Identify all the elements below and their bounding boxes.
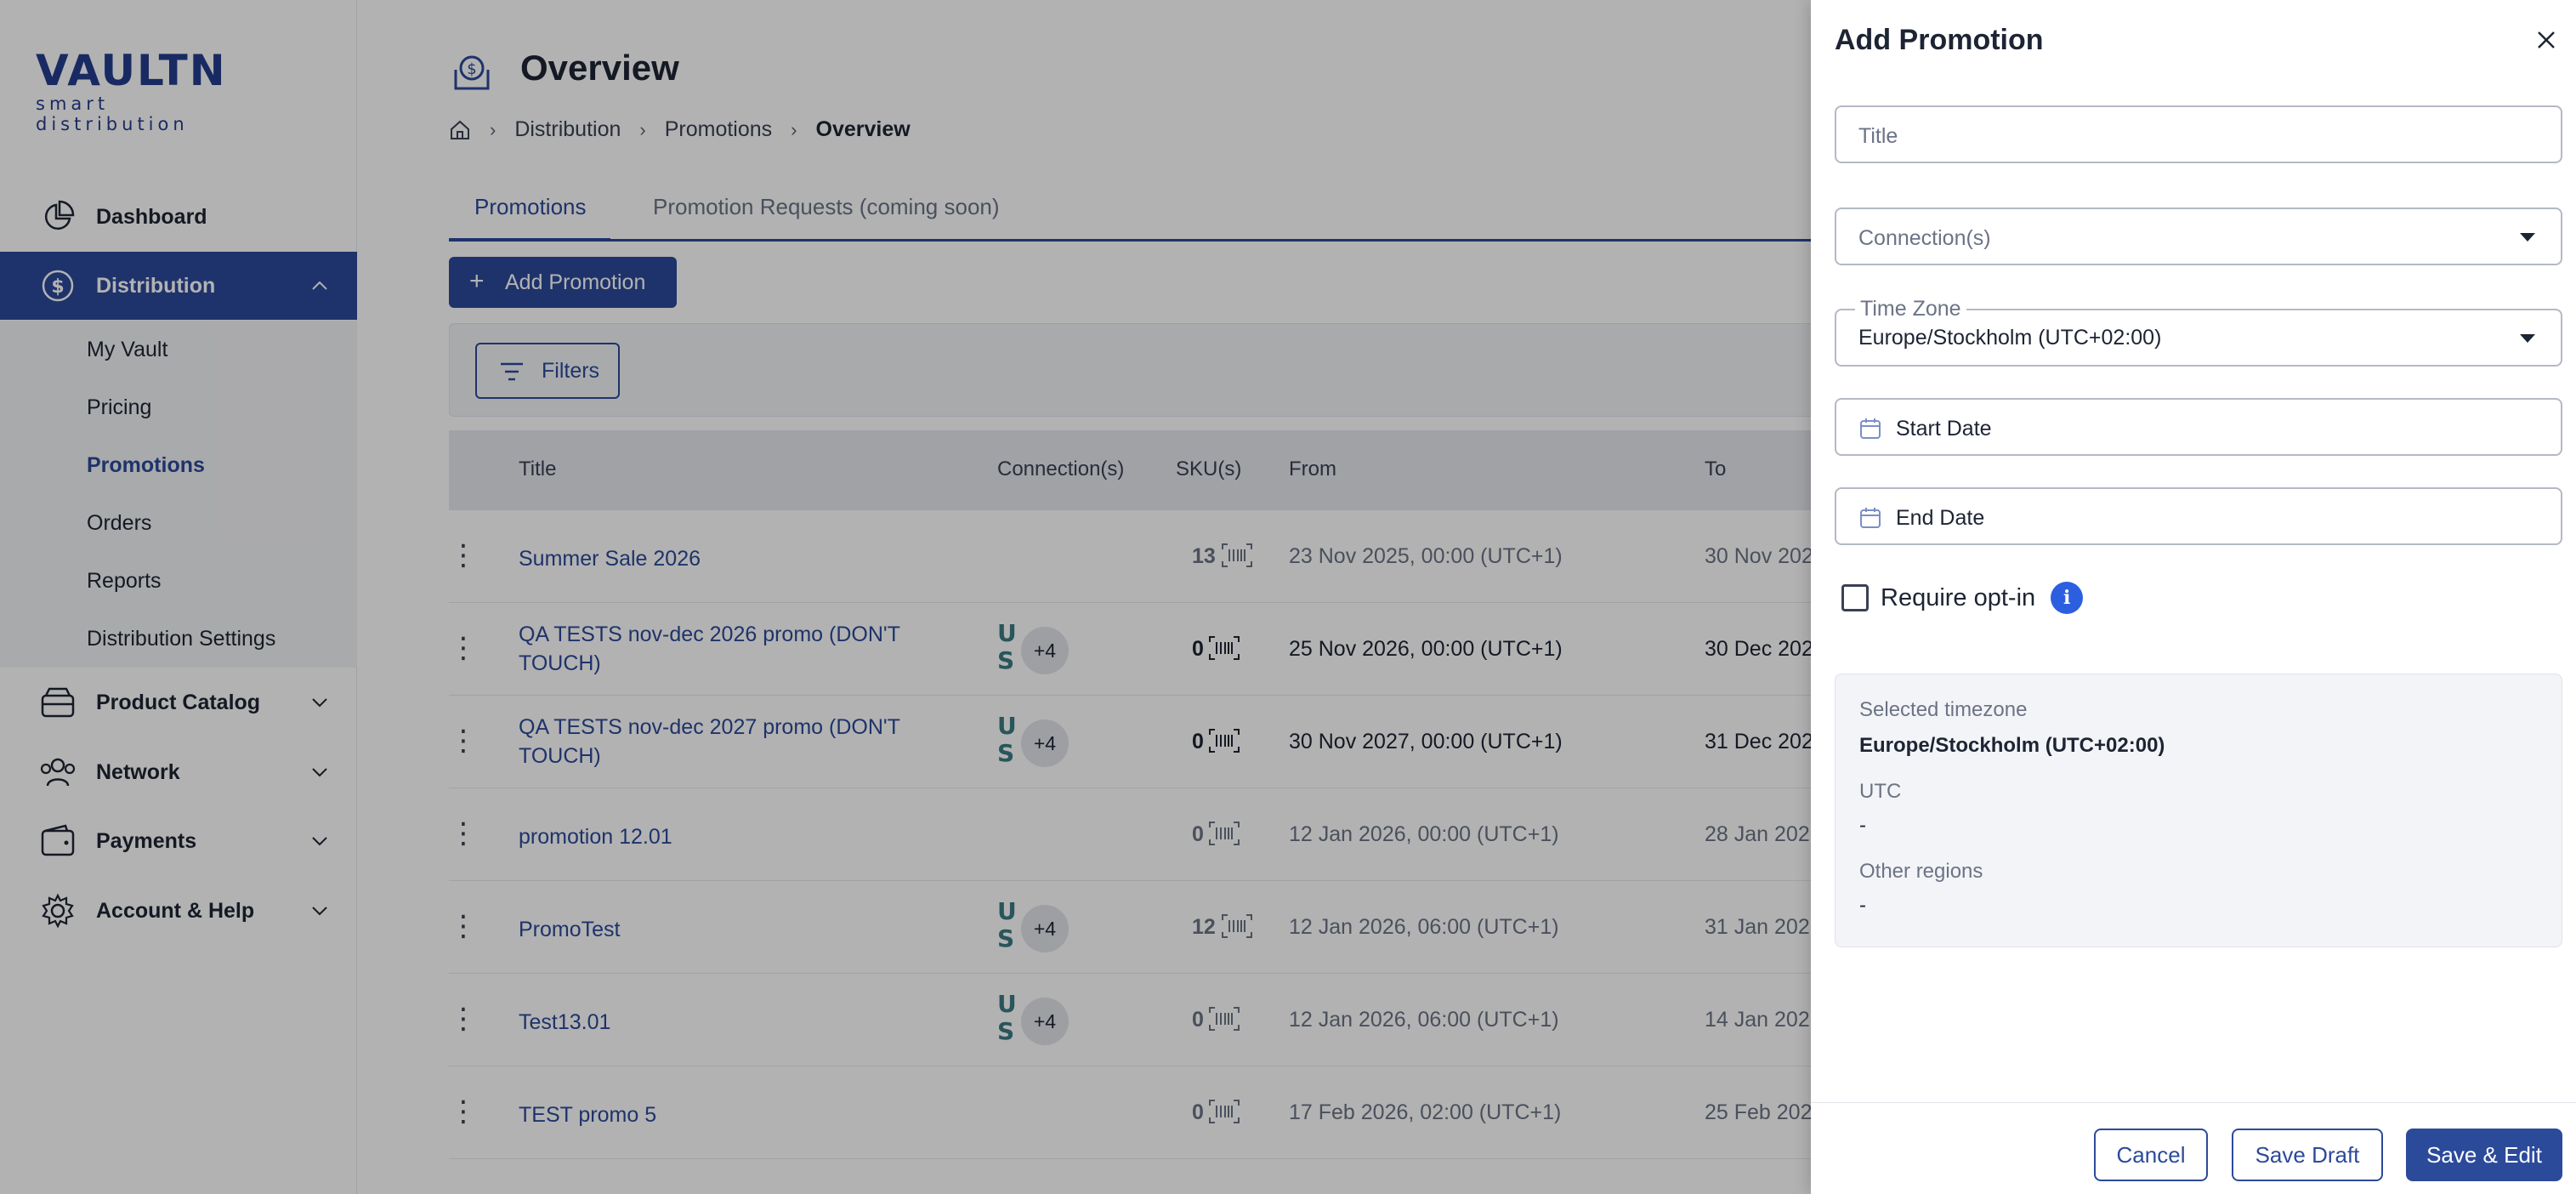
selected-timezone-value: Europe/Stockholm (UTC+02:00) [1859,734,2165,757]
timezone-select[interactable]: Time Zone Europe/Stockholm (UTC+02:00) [1835,296,2562,367]
start-date-placeholder: Start Date [1896,417,1992,441]
dropdown-arrow-icon [2520,334,2535,343]
connections-placeholder: Connection(s) [1858,226,1991,250]
end-date-field[interactable]: End Date [1835,487,2562,545]
title-placeholder: Title [1858,124,1898,148]
cancel-button[interactable]: Cancel [2094,1129,2208,1181]
require-optin-row: Require opt-in i [1841,582,2084,614]
other-regions-value: - [1859,894,1866,917]
require-optin-label[interactable]: Require opt-in [1881,584,2035,612]
timezone-value: Europe/Stockholm (UTC+02:00) [1858,326,2162,350]
require-optin-checkbox[interactable] [1841,584,1869,611]
drawer-title: Add Promotion [1835,24,2044,56]
info-icon[interactable]: i [2051,582,2084,614]
connections-select[interactable]: Connection(s) [1835,208,2562,265]
calendar-icon [1860,418,1881,439]
end-date-placeholder: End Date [1896,506,1985,530]
add-promotion-drawer: Add Promotion Title Connection(s) Time Z… [1811,0,2576,1194]
title-input[interactable]: Title [1835,105,2562,163]
timezone-summary-box: Selected timezone Europe/Stockholm (UTC+… [1835,674,2562,947]
drawer-footer: Cancel Save Draft Save & Edit [1811,1102,2576,1194]
save-draft-button[interactable]: Save Draft [2232,1129,2383,1181]
dropdown-arrow-icon [2520,233,2535,242]
selected-timezone-label: Selected timezone [1859,698,2028,721]
timezone-label: Time Zone [1855,296,1966,321]
other-regions-label: Other regions [1859,860,1983,883]
utc-value: - [1859,814,1866,837]
start-date-field[interactable]: Start Date [1835,398,2562,456]
calendar-icon [1860,508,1881,528]
close-icon[interactable] [2533,27,2559,53]
utc-label: UTC [1859,780,1902,803]
save-edit-button[interactable]: Save & Edit [2406,1129,2562,1181]
